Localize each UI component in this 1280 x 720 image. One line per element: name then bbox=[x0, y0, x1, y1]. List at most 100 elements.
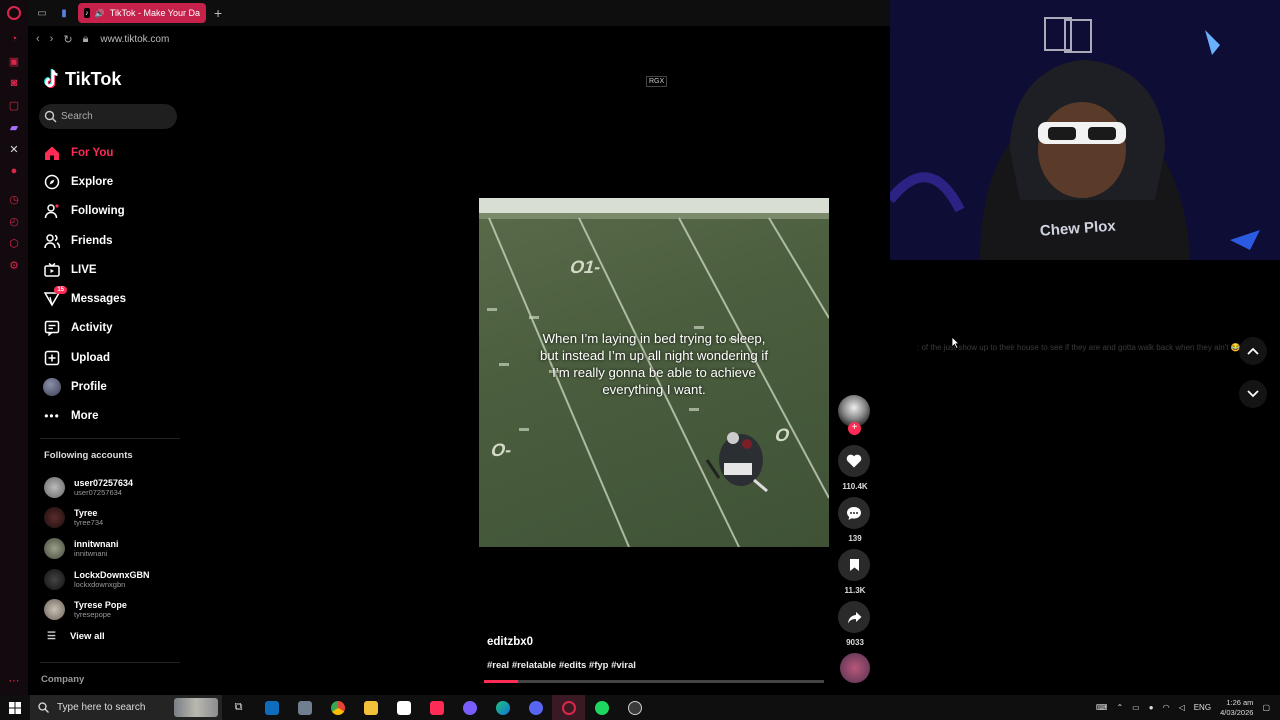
app-button[interactable] bbox=[453, 695, 486, 720]
creator-avatar[interactable]: + bbox=[838, 395, 870, 435]
following-accounts-list: user07257634 user07257634 Tyree tyree734 i… bbox=[44, 472, 150, 625]
main-nav: For You Explore Following Friends LIVE 1… bbox=[43, 138, 193, 431]
screen: ◔ ▣ ◙ ▢ ▰ ✕ ● ◷ ◴ ⬡ ⚙ ⋯ ▭ ▮ ♪ 🔊 TikTok -… bbox=[0, 0, 1280, 720]
instagram-icon[interactable]: ▢ bbox=[7, 98, 21, 112]
address-bar: ‹ › ↻ 🔒︎ www.tiktok.com bbox=[28, 26, 890, 52]
nav-label: For You bbox=[71, 146, 114, 159]
windows-start-button[interactable] bbox=[0, 695, 30, 720]
nav-friends[interactable]: Friends bbox=[43, 226, 193, 255]
comment-button[interactable] bbox=[838, 497, 870, 529]
previous-video-button[interactable] bbox=[1239, 337, 1267, 365]
nav-messages[interactable]: 15 Messages bbox=[43, 284, 193, 313]
capcut-button[interactable] bbox=[387, 695, 420, 720]
opera-logo-icon[interactable] bbox=[7, 6, 21, 20]
following-account[interactable]: user07257634 user07257634 bbox=[44, 472, 150, 503]
sidebar-divider bbox=[40, 438, 180, 439]
reload-button[interactable]: ↻ bbox=[63, 33, 72, 46]
notifications-icon[interactable]: ▢ bbox=[1262, 703, 1270, 712]
tiktok-app-icon bbox=[429, 700, 444, 715]
volume-icon[interactable]: ◁ bbox=[1179, 703, 1185, 712]
nav-following[interactable]: Following bbox=[43, 197, 193, 226]
nav-for-you[interactable]: For You bbox=[43, 138, 193, 167]
tray-expand-icon[interactable]: ⌃ bbox=[1116, 703, 1123, 712]
language-indicator[interactable]: ENG bbox=[1194, 703, 1211, 712]
search-input[interactable]: Search bbox=[61, 111, 93, 122]
following-account[interactable]: LockxDownxGBN lockxdownxgbn bbox=[44, 564, 150, 595]
music-disc-icon[interactable] bbox=[840, 653, 870, 683]
aria-icon[interactable]: ◔ bbox=[7, 32, 21, 46]
task-view-button[interactable]: ⧉ bbox=[222, 695, 255, 720]
settings-icon[interactable]: ⚙ bbox=[7, 258, 21, 272]
app-button[interactable] bbox=[288, 695, 321, 720]
share-button[interactable] bbox=[838, 601, 870, 633]
back-button[interactable]: ‹ bbox=[36, 33, 40, 45]
tiktok-logo[interactable]: TikTok bbox=[44, 68, 121, 90]
url-field[interactable]: www.tiktok.com bbox=[100, 34, 169, 45]
nav-upload[interactable]: Upload bbox=[43, 343, 193, 372]
following-account[interactable]: Tyrese Pope tyresepope bbox=[44, 594, 150, 625]
file-explorer-button[interactable] bbox=[354, 695, 387, 720]
discord-button[interactable] bbox=[519, 695, 552, 720]
bag-icon[interactable]: ▣ bbox=[7, 54, 21, 68]
nav-label: Activity bbox=[71, 322, 113, 335]
more-options-icon[interactable]: ⋯ bbox=[7, 673, 21, 687]
wifi-icon[interactable]: ◠ bbox=[1163, 703, 1170, 712]
following-accounts-heading: Following accounts bbox=[44, 450, 133, 461]
tiktok-app-button[interactable] bbox=[420, 695, 453, 720]
taskbar-search[interactable]: Type here to search bbox=[30, 695, 222, 720]
extensions-icon[interactable]: ⬡ bbox=[7, 236, 21, 250]
outlook-icon bbox=[264, 700, 279, 715]
search-box[interactable]: Search bbox=[39, 104, 177, 129]
webcam-overlay: Chew Plox bbox=[890, 0, 1280, 260]
avatar bbox=[44, 537, 65, 559]
messenger-icon[interactable]: ◙ bbox=[7, 76, 21, 90]
more-icon: ••• bbox=[44, 409, 60, 424]
opera-button[interactable] bbox=[552, 695, 585, 720]
following-icon bbox=[43, 202, 61, 220]
opera-icon bbox=[561, 700, 576, 715]
spotify-button[interactable] bbox=[585, 695, 618, 720]
nav-activity[interactable]: Activity bbox=[43, 314, 193, 343]
like-count: 110.4K bbox=[842, 482, 868, 491]
network-icon[interactable]: ▭ bbox=[1132, 703, 1140, 712]
microphone-icon[interactable]: ● bbox=[1149, 703, 1154, 712]
x-twitter-icon[interactable]: ✕ bbox=[7, 142, 21, 156]
speaker-icon[interactable]: 🔊 bbox=[95, 9, 105, 18]
tab-islands-icon[interactable]: ▭ bbox=[34, 5, 50, 21]
nav-live[interactable]: LIVE bbox=[43, 255, 193, 284]
video-author[interactable]: editzbx0 bbox=[487, 636, 533, 648]
like-button[interactable] bbox=[838, 445, 870, 477]
search-icon bbox=[38, 702, 49, 713]
nav-explore[interactable]: Explore bbox=[43, 167, 193, 196]
clock[interactable]: 1:26 am 4/03/2026 bbox=[1220, 698, 1253, 718]
account-name: innitwnani bbox=[74, 538, 119, 549]
follow-plus-icon[interactable]: + bbox=[848, 422, 861, 435]
following-account[interactable]: Tyree tyree734 bbox=[44, 503, 150, 534]
following-account[interactable]: innitwnani innitwnani bbox=[44, 533, 150, 564]
view-all-button[interactable]: ☰ View all bbox=[47, 631, 105, 642]
record-icon[interactable]: ● bbox=[7, 164, 21, 178]
messages-badge: 15 bbox=[54, 286, 67, 295]
nav-profile[interactable]: Profile bbox=[43, 372, 193, 401]
friends-icon bbox=[43, 232, 61, 250]
save-button[interactable] bbox=[838, 549, 870, 581]
video-progress-bar[interactable] bbox=[484, 680, 824, 683]
edge-button[interactable] bbox=[486, 695, 519, 720]
obs-button[interactable] bbox=[618, 695, 651, 720]
forward-button[interactable]: › bbox=[50, 33, 54, 45]
video-hashtags[interactable]: #real #relatable #edits #fyp #viral bbox=[487, 660, 636, 671]
timer-icon[interactable]: ◷ bbox=[7, 192, 21, 206]
account-handle: tyresepope bbox=[74, 610, 112, 620]
tab-tiktok[interactable]: ♪ 🔊 TikTok - Make Your Da bbox=[78, 3, 206, 23]
history-icon[interactable]: ◴ bbox=[7, 214, 21, 228]
next-video-button[interactable] bbox=[1239, 380, 1267, 408]
twitch-icon[interactable]: ▰ bbox=[7, 120, 21, 134]
chrome-button[interactable] bbox=[321, 695, 354, 720]
outlook-button[interactable] bbox=[255, 695, 288, 720]
nav-more[interactable]: ••• More bbox=[43, 402, 193, 431]
keyboard-icon[interactable]: ⌨ bbox=[1096, 703, 1108, 712]
tab-pinned-icon[interactable]: ▮ bbox=[56, 5, 72, 21]
windows-logo-icon bbox=[9, 701, 21, 714]
company-link[interactable]: Company bbox=[41, 674, 84, 685]
new-tab-button[interactable]: + bbox=[214, 5, 222, 21]
